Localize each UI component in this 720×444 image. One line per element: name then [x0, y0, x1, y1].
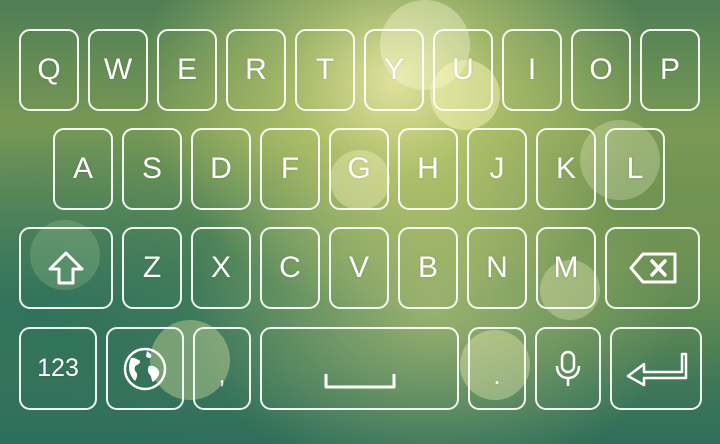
- key-label: E: [176, 53, 197, 86]
- period-key-label: .: [493, 359, 501, 390]
- numbers-key-label: 123: [37, 354, 79, 382]
- key-label: M: [553, 251, 579, 284]
- key-y[interactable]: Y: [364, 29, 424, 111]
- shift-key[interactable]: [19, 227, 113, 309]
- shift-arrow-icon: [48, 251, 84, 285]
- backspace-icon: [629, 252, 676, 284]
- key-label: O: [589, 53, 613, 86]
- period-key[interactable]: .: [468, 327, 526, 410]
- key-label: C: [279, 251, 301, 284]
- key-label: I: [527, 53, 537, 86]
- key-i[interactable]: I: [502, 29, 562, 111]
- key-k[interactable]: K: [536, 128, 596, 210]
- key-label: R: [245, 53, 267, 86]
- key-label: N: [486, 251, 508, 284]
- key-u[interactable]: U: [433, 29, 493, 111]
- key-b[interactable]: B: [398, 227, 458, 309]
- key-label: L: [626, 152, 644, 185]
- microphone-key[interactable]: [535, 327, 601, 410]
- numbers-key[interactable]: 123: [19, 327, 97, 410]
- key-label: D: [210, 152, 232, 185]
- key-l[interactable]: L: [605, 128, 665, 210]
- key-label: G: [347, 152, 371, 185]
- key-label: A: [72, 152, 93, 185]
- key-label: J: [489, 152, 505, 185]
- backspace-key[interactable]: [605, 227, 700, 309]
- key-c[interactable]: C: [260, 227, 320, 309]
- key-label: Y: [383, 53, 404, 86]
- space-bar[interactable]: [260, 327, 459, 410]
- microphone-icon: [555, 350, 581, 386]
- key-label: Q: [37, 53, 61, 86]
- key-t[interactable]: T: [295, 29, 355, 111]
- key-h[interactable]: H: [398, 128, 458, 210]
- globe-icon: [123, 347, 167, 390]
- key-p[interactable]: P: [640, 29, 700, 111]
- globe-key[interactable]: [106, 327, 184, 410]
- key-o[interactable]: O: [571, 29, 631, 111]
- comma-key-label: ,: [218, 358, 226, 389]
- key-label: V: [348, 251, 369, 284]
- key-q[interactable]: Q: [19, 29, 79, 111]
- key-s[interactable]: S: [122, 128, 182, 210]
- enter-icon: [626, 352, 688, 386]
- key-v[interactable]: V: [329, 227, 389, 309]
- key-label: B: [417, 251, 438, 284]
- enter-key[interactable]: [610, 327, 702, 410]
- key-d[interactable]: D: [191, 128, 251, 210]
- key-label: T: [315, 53, 335, 86]
- key-label: H: [417, 152, 439, 185]
- key-a[interactable]: A: [53, 128, 113, 210]
- key-label: X: [210, 251, 231, 284]
- space-bar-icon: [324, 373, 395, 388]
- key-e[interactable]: E: [157, 29, 217, 111]
- key-w[interactable]: W: [88, 29, 148, 111]
- key-label: Z: [142, 251, 162, 284]
- key-label: W: [103, 53, 133, 86]
- key-label: P: [659, 53, 680, 86]
- key-label: F: [280, 152, 300, 185]
- key-f[interactable]: F: [260, 128, 320, 210]
- key-r[interactable]: R: [226, 29, 286, 111]
- comma-key[interactable]: ,: [193, 327, 251, 410]
- key-g[interactable]: G: [329, 128, 389, 210]
- key-label: U: [452, 53, 474, 86]
- key-j[interactable]: J: [467, 128, 527, 210]
- key-z[interactable]: Z: [122, 227, 182, 309]
- key-label: K: [555, 152, 576, 185]
- key-n[interactable]: N: [467, 227, 527, 309]
- key-m[interactable]: M: [536, 227, 596, 309]
- key-x[interactable]: X: [191, 227, 251, 309]
- key-label: S: [141, 152, 162, 185]
